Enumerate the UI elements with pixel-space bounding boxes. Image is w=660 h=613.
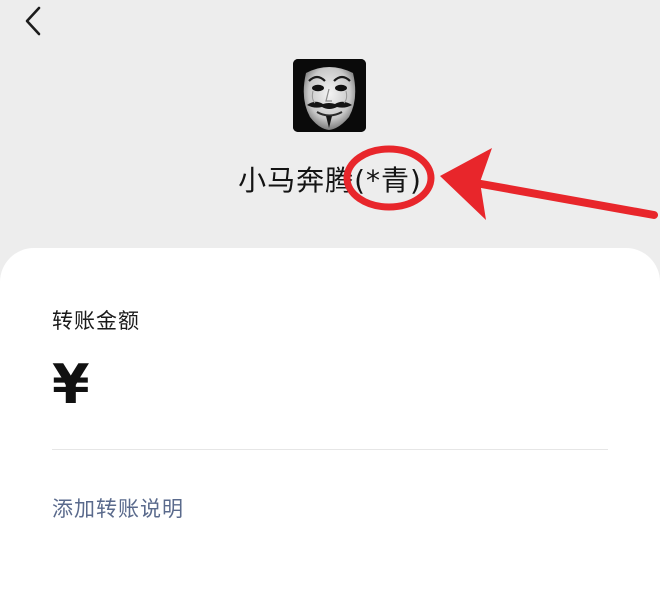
back-button[interactable] — [18, 4, 48, 38]
mask-avatar-icon — [293, 59, 366, 132]
amount-divider — [52, 449, 608, 450]
recipient-avatar[interactable] — [293, 59, 366, 132]
add-transfer-note-link[interactable]: 添加转账说明 — [52, 493, 184, 523]
currency-symbol: ¥ — [52, 353, 90, 416]
transfer-screen: 小马奔腾(*青) 转账金额 ¥ 添加转账说明 — [0, 0, 660, 613]
recipient-name: 小马奔腾(*青) — [238, 164, 422, 197]
chevron-left-icon — [25, 6, 41, 36]
transfer-card — [0, 248, 660, 613]
amount-input[interactable] — [100, 362, 604, 420]
amount-label: 转账金额 — [52, 309, 140, 333]
